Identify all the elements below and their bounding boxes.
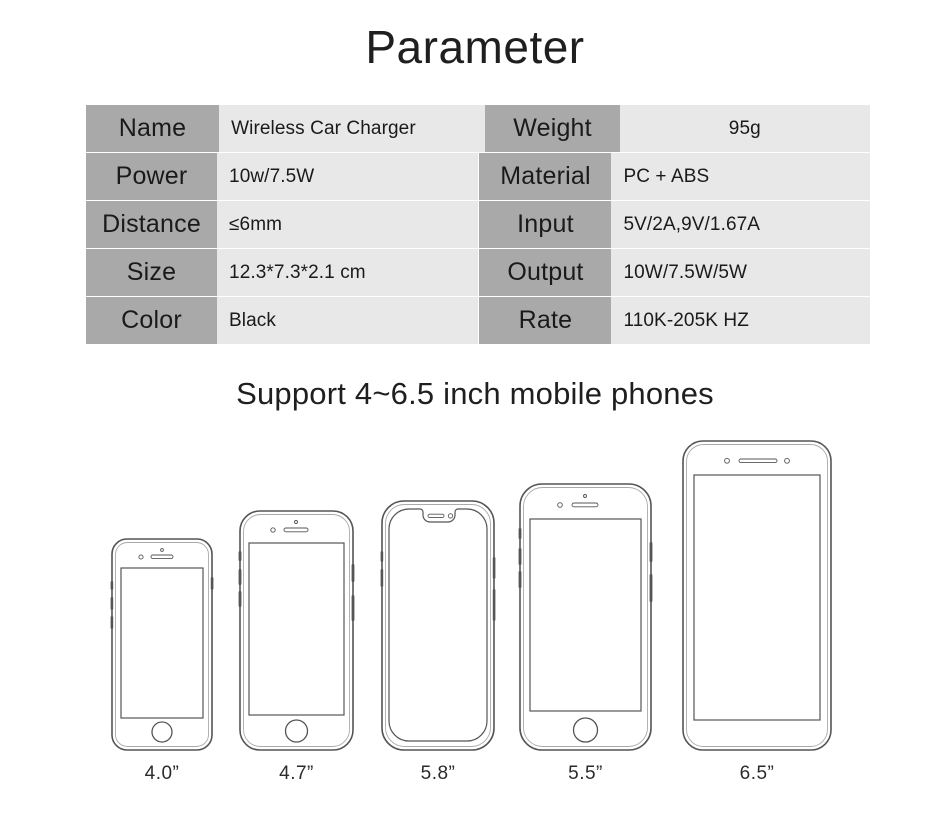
spec-label-output: Output: [479, 249, 612, 296]
phone-illustration-6-5: [681, 439, 833, 757]
spec-label-distance: Distance: [86, 201, 218, 248]
spec-label-name: Name: [86, 105, 220, 152]
table-row: Power 10w/7.5W Material PC + ABS: [86, 153, 870, 200]
phone-item-4-0: 4.0”: [110, 537, 214, 785]
phone-label-4-0: 4.0”: [144, 763, 180, 784]
phone-illustration-4-0: [110, 537, 214, 757]
phone-label-5-5: 5.5”: [568, 763, 603, 784]
spec-label-material: Material: [479, 153, 612, 200]
phone-label-4-7: 4.7”: [279, 763, 314, 784]
phone-illustration-4-7: [238, 509, 355, 757]
phone-label-5-8: 5.8”: [420, 763, 456, 784]
phone-item-6-5: 6.5”: [681, 439, 833, 785]
table-row: Name Wireless Car Charger Weight 95g: [86, 105, 871, 152]
phone-illustration-5-5: [518, 482, 653, 757]
table-row: Distance ≤6mm Input 5V/2A,9V/1.67A: [86, 201, 870, 248]
table-row: Color Black Rate 110K-205K HZ: [86, 297, 870, 344]
spec-value-distance: ≤6mm: [217, 201, 479, 248]
support-heading: Support 4~6.5 inch mobile phones: [236, 376, 714, 411]
table-row: Size 12.3*7.3*2.1 cm Output 10W/7.5W/5W: [86, 249, 870, 296]
spec-value-name: Wireless Car Charger: [219, 105, 485, 152]
spec-value-power: 10w/7.5W: [217, 153, 479, 200]
spec-value-output: 10W/7.5W/5W: [611, 249, 870, 296]
spec-label-input: Input: [479, 201, 612, 248]
spec-label-rate: Rate: [479, 297, 612, 344]
spec-value-size: 12.3*7.3*2.1 cm: [217, 249, 479, 296]
spec-value-weight: 95g: [619, 105, 871, 152]
spec-label-power: Power: [86, 153, 218, 200]
spec-value-rate: 110K-205K HZ: [611, 297, 870, 344]
phone-label-6-5: 6.5”: [739, 763, 775, 784]
phone-item-5-5: 5.5”: [518, 482, 653, 785]
spec-value-input: 5V/2A,9V/1.67A: [611, 201, 870, 248]
spec-label-weight: Weight: [485, 105, 620, 152]
page-title: Parameter: [365, 21, 585, 73]
spec-label-size: Size: [86, 249, 218, 296]
phone-item-5-8: 5.8”: [380, 499, 496, 785]
spec-label-color: Color: [86, 297, 218, 344]
phone-item-4-7: 4.7”: [238, 509, 355, 785]
phone-illustration-5-8: [380, 499, 496, 757]
specification-table: Name Wireless Car Charger Weight 95g Pow…: [86, 105, 871, 345]
spec-value-material: PC + ABS: [611, 153, 870, 200]
spec-value-color: Black: [217, 297, 479, 344]
phone-size-comparison: 4.0” 4.7” 5.8” 5.5” 6.5”: [0, 425, 950, 785]
